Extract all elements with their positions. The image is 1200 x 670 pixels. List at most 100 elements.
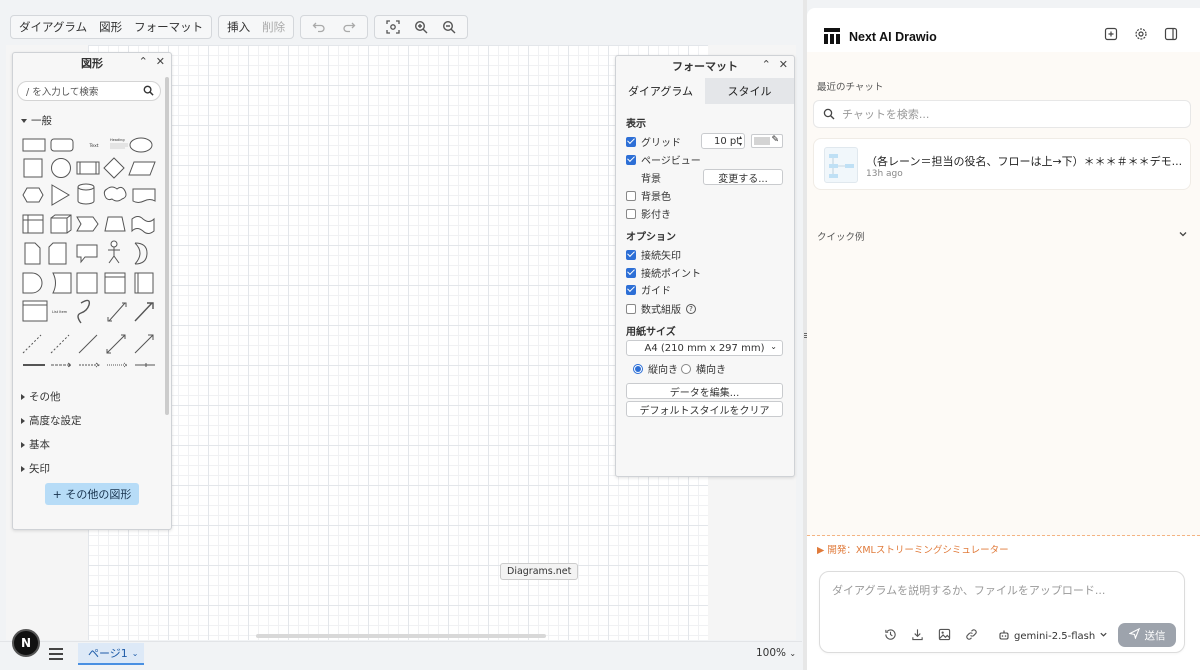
search-icon[interactable] [143, 85, 154, 99]
section-other[interactable]: その他 [21, 389, 61, 404]
recent-chat-item[interactable]: （各レーン＝担当の役名、フローは上→下）＊＊＊＃＊＊デモ... 13h ago [813, 138, 1191, 190]
page-tab-label: ページ1 [88, 647, 128, 660]
options-section-label: オプション [626, 232, 676, 243]
connection-arrows-option[interactable]: 接続矢印 [626, 247, 681, 262]
bg-color-option[interactable]: 背景色 [626, 188, 671, 203]
fit-icon[interactable] [385, 19, 401, 35]
zoom-level[interactable]: 100% ⌄ [756, 647, 796, 659]
portrait-option[interactable]: 縦向き [633, 361, 678, 376]
chevron-down-icon [1099, 630, 1108, 642]
section-other-label: その他 [29, 391, 61, 403]
guides-option[interactable]: ガイド [626, 282, 671, 297]
view-section-label: 表示 [626, 119, 646, 130]
shadow-checkbox[interactable] [626, 208, 636, 219]
chevron-right-icon [21, 417, 25, 424]
math-option[interactable]: 数式組版 ? [626, 301, 696, 316]
clear-default-style-button[interactable]: デフォルトスタイルをクリア [626, 401, 783, 417]
shape-list-item-label: List Item [52, 310, 68, 314]
shape-search-input[interactable]: / を入力して検索 [17, 81, 161, 101]
guides-checkbox[interactable] [626, 284, 636, 295]
math-checkbox[interactable] [626, 303, 636, 314]
section-advanced[interactable]: 高度な設定 [21, 413, 82, 428]
recent-chats-label: 最近のチャット [817, 82, 884, 93]
section-basic[interactable]: 基本 [21, 437, 50, 452]
next-logo-icon[interactable]: N [12, 629, 40, 657]
undo-icon[interactable] [311, 19, 327, 35]
connection-arrows-checkbox[interactable] [626, 249, 636, 260]
brand-logo-icon [823, 27, 841, 48]
change-background-button[interactable]: 変更する... [703, 169, 783, 185]
shapes-panel-header: 図形 ⌃ ✕ [13, 53, 171, 73]
paper-size-label: 用紙サイズ [626, 327, 676, 338]
history-icon[interactable] [884, 628, 897, 644]
download-icon[interactable] [911, 628, 924, 644]
pencil-icon: ✎ [771, 135, 779, 145]
image-icon[interactable] [938, 628, 951, 644]
zoom-out-icon[interactable] [441, 19, 457, 35]
paper-size-value: A4 (210 mm x 297 mm) [644, 342, 765, 354]
send-button[interactable]: 送信 [1118, 623, 1176, 647]
help-icon[interactable]: ? [686, 303, 696, 314]
close-icon[interactable]: ✕ [779, 58, 788, 71]
xml-streaming-simulator-toggle[interactable]: ▶ 開発：XMLストリーミングシミュレーター [817, 542, 1009, 556]
grid-color-swatch [754, 137, 770, 145]
zoom-in-icon[interactable] [413, 19, 429, 35]
toolbar: ダイアグラム 図形 フォーマット 挿入 削除 [10, 15, 469, 39]
connection-points-option[interactable]: 接続ポイント [626, 265, 701, 280]
menu-shapes[interactable]: 図形 [99, 19, 122, 35]
chevron-down-icon: ⌄ [131, 648, 139, 658]
tab-style[interactable]: スタイル [705, 78, 794, 104]
insert-button[interactable]: 挿入 [227, 19, 250, 35]
grid-label: グリッド [641, 138, 681, 149]
grid-size-input[interactable]: 10 pt ▴ ▾ [701, 133, 745, 149]
tab-diagram[interactable]: ダイアグラム [616, 78, 705, 104]
guides-label: ガイド [641, 286, 671, 297]
shape-library-general[interactable]: Text Heading List Item [19, 133, 159, 373]
delete-button[interactable]: 削除 [262, 19, 285, 35]
stepper-icon[interactable]: ▴ ▾ [739, 134, 742, 148]
more-shapes-button[interactable]: + その他の図形 [45, 483, 139, 505]
gear-icon[interactable] [1134, 27, 1148, 44]
edit-data-button[interactable]: データを編集... [626, 383, 783, 399]
grid-color-picker[interactable]: ✎ [751, 134, 783, 148]
landscape-label: 横向き [696, 365, 726, 376]
chevron-down-icon: ⌄ [770, 342, 777, 351]
collapse-icon[interactable]: ⌃ [139, 55, 148, 68]
grid-option[interactable]: グリッド [626, 134, 681, 149]
close-icon[interactable]: ✕ [156, 55, 165, 68]
link-icon[interactable] [965, 628, 978, 644]
model-selector[interactable]: gemini-2.5-flash [998, 629, 1108, 644]
portrait-radio[interactable] [633, 363, 643, 374]
portrait-label: 縦向き [648, 365, 678, 376]
shadow-option[interactable]: 影付き [626, 206, 671, 221]
chevron-right-icon [21, 393, 25, 400]
page-view-checkbox[interactable] [626, 154, 636, 165]
collapse-icon[interactable]: ⌃ [762, 58, 771, 71]
menu-format[interactable]: フォーマット [134, 19, 203, 35]
section-general[interactable]: 一般 [21, 113, 52, 128]
edit-group: 挿入 削除 [218, 15, 295, 39]
chevron-down-icon[interactable] [1178, 229, 1188, 242]
diagrams-net-watermark: Diagrams.net [500, 563, 579, 580]
shadow-label: 影付き [641, 210, 671, 221]
pages-menu-icon[interactable] [49, 648, 63, 660]
quick-examples-label[interactable]: クイック例 [817, 229, 865, 243]
redo-icon[interactable] [341, 19, 357, 35]
grid-checkbox[interactable] [626, 136, 636, 147]
shapes-scrollbar[interactable] [165, 77, 169, 415]
new-chat-icon[interactable] [1104, 27, 1118, 44]
panel-toggle-icon[interactable] [1164, 27, 1178, 44]
section-general-label: 一般 [31, 115, 52, 127]
menu-diagram[interactable]: ダイアグラム [19, 19, 87, 35]
bg-color-checkbox[interactable] [626, 190, 636, 201]
section-arrows[interactable]: 矢印 [21, 461, 50, 476]
chat-search-input[interactable]: チャットを検索... [813, 100, 1191, 128]
page-view-option[interactable]: ページビュー [626, 152, 701, 167]
landscape-radio[interactable] [681, 363, 691, 374]
paper-size-select[interactable]: A4 (210 mm x 297 mm) ⌄ [626, 340, 783, 356]
page-tab[interactable]: ページ1 ⌄ [78, 643, 145, 665]
horizontal-scrollbar[interactable] [256, 634, 546, 638]
landscape-option[interactable]: 横向き [681, 361, 726, 376]
connection-points-checkbox[interactable] [626, 267, 636, 278]
chat-input[interactable]: ダイアグラムを説明するか、ファイルをアップロード... gemini-2.5-f… [819, 571, 1185, 653]
